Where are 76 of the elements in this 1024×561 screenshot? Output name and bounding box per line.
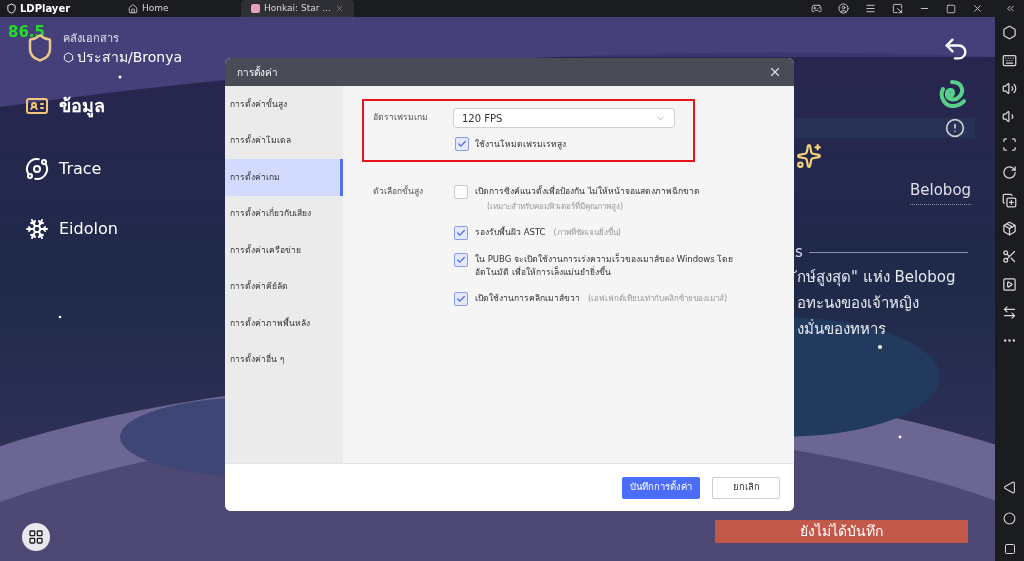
check-icon	[456, 255, 466, 265]
option-label: เปิดการซิงค์แนวตั้งเพื่อป้องกัน ไม่ให้หน้าจอแสดงภาพฉีกขาด	[475, 185, 700, 198]
logo-icon	[6, 3, 17, 14]
checkbox-label: ใช้งานโหมดเฟรมเรทสูง	[475, 137, 566, 151]
info-icon[interactable]	[945, 118, 965, 138]
checkbox[interactable]	[454, 185, 468, 199]
story-text: งมั่นของทหาร	[797, 319, 887, 339]
rotate-icon[interactable]	[1002, 165, 1017, 180]
user-icon[interactable]	[838, 3, 849, 14]
archive-label: คลังเอกสาร	[63, 31, 119, 47]
back-nav-icon[interactable]	[1003, 481, 1016, 494]
nav-item[interactable]: การตั้งค่าโมเดล	[225, 122, 343, 159]
option-label: เปิดใช้งานการคลิกเมาส์ขวา	[475, 292, 580, 305]
game-thumbnail-icon	[251, 4, 260, 13]
checkbox[interactable]	[454, 226, 468, 240]
location-name: Belobog	[910, 179, 972, 205]
close-icon[interactable]	[768, 65, 782, 79]
checkbox[interactable]	[454, 253, 468, 267]
checkbox[interactable]	[454, 292, 468, 306]
swirl-icon	[937, 79, 967, 109]
tab[interactable]: Honkai: Star ...	[241, 0, 354, 17]
story-heading: s	[795, 242, 803, 263]
game-menu-item[interactable]: ข้อมูล	[59, 92, 105, 119]
nav-item[interactable]: การตั้งค่าเครือข่าย	[225, 232, 343, 269]
nav-item[interactable]: การตั้งค่าคีย์ลัด	[225, 268, 343, 305]
checkbox[interactable]	[455, 137, 469, 151]
dialog-title: การตั้งค่า	[237, 64, 278, 80]
nav-item[interactable]: การตั้งค่าเกม	[225, 159, 343, 196]
tab[interactable]: Home	[118, 0, 231, 17]
game-menu-item[interactable]: Trace	[59, 157, 102, 181]
nav-item[interactable]: การตั้งค่าภาพพื้นหลัง	[225, 305, 343, 342]
game-menu-item[interactable]: Eidolon	[59, 217, 118, 241]
sparkle-icon	[796, 143, 822, 169]
fps-counter: 86.5	[8, 22, 45, 43]
gamepad-icon[interactable]	[811, 3, 822, 14]
snowflake-icon	[25, 217, 49, 241]
recents-nav-icon[interactable]	[1003, 543, 1016, 555]
add-window-icon[interactable]	[1002, 193, 1017, 208]
cancel-button[interactable]: ยกเลิก	[712, 476, 780, 499]
character-name: ประสาม/Bronya	[77, 48, 183, 67]
check-icon	[456, 294, 466, 304]
keyboard-icon[interactable]	[1002, 53, 1017, 68]
check-icon	[456, 228, 466, 238]
sync-icon[interactable]	[1002, 305, 1017, 320]
option-note: (เอฟเฟกต์เทียบเท่ากับคลิกซ้ายของเมาส์)	[588, 293, 728, 305]
maximize-icon[interactable]	[946, 3, 956, 14]
option-note: (เหมาะสำหรับคอมพิวเตอร์ที่มีคุณภาพสูง)	[486, 201, 625, 213]
option-label: ใน PUBG จะเปิดใช้งานการเร่งความเร็วของเมาส์ของ Windows โดยอัตโนมัติ เพื่อให้การเล็งแม่นยำยิ่งขึ้น	[475, 253, 735, 279]
save-button[interactable]: บันทึกการตั้งค่า	[622, 476, 700, 499]
fps-select[interactable]: 120 FPS	[453, 108, 675, 128]
grid-icon	[28, 529, 44, 545]
save-status-bar: ยังไม่ได้บันทึก	[715, 520, 968, 543]
home-nav-icon[interactable]	[1003, 512, 1016, 525]
collapse-icon[interactable]	[1005, 3, 1016, 14]
nav-item[interactable]: การตั้งค่าขั้นสูง	[225, 86, 343, 123]
story-text: อทะนงของเจ้าหญิง	[797, 293, 920, 313]
menu-icon[interactable]	[865, 3, 876, 14]
hexagon-icon[interactable]	[1002, 25, 1017, 40]
fullscreen-icon[interactable]	[1002, 137, 1017, 152]
option-note: (ภาพที่ชัดเจนยิ่งขึ้น)	[553, 227, 621, 239]
package-icon[interactable]	[1002, 221, 1017, 236]
home-icon	[128, 3, 138, 14]
frame-rate-label: อัตราเฟรมเกม	[373, 111, 429, 124]
video-icon[interactable]	[1002, 277, 1017, 292]
orbit-icon	[25, 157, 49, 181]
check-icon	[457, 139, 467, 149]
resize-icon[interactable]	[892, 3, 903, 14]
close-tab-icon[interactable]	[335, 4, 344, 13]
volume-up-icon[interactable]	[1002, 81, 1017, 96]
advanced-label: ตัวเลือกขั้นสูง	[373, 185, 424, 199]
nav-item[interactable]: การตั้งค่าอื่น ๆ	[225, 341, 343, 378]
app-name: LDPlayer	[20, 2, 71, 16]
nav-item[interactable]: การตั้งค่าเกี่ยวกับเสียง	[225, 195, 343, 232]
close-icon[interactable]	[972, 3, 983, 14]
option-label: รองรับพื้นผิว ASTC	[475, 226, 546, 239]
scissors-icon[interactable]	[1002, 249, 1017, 264]
